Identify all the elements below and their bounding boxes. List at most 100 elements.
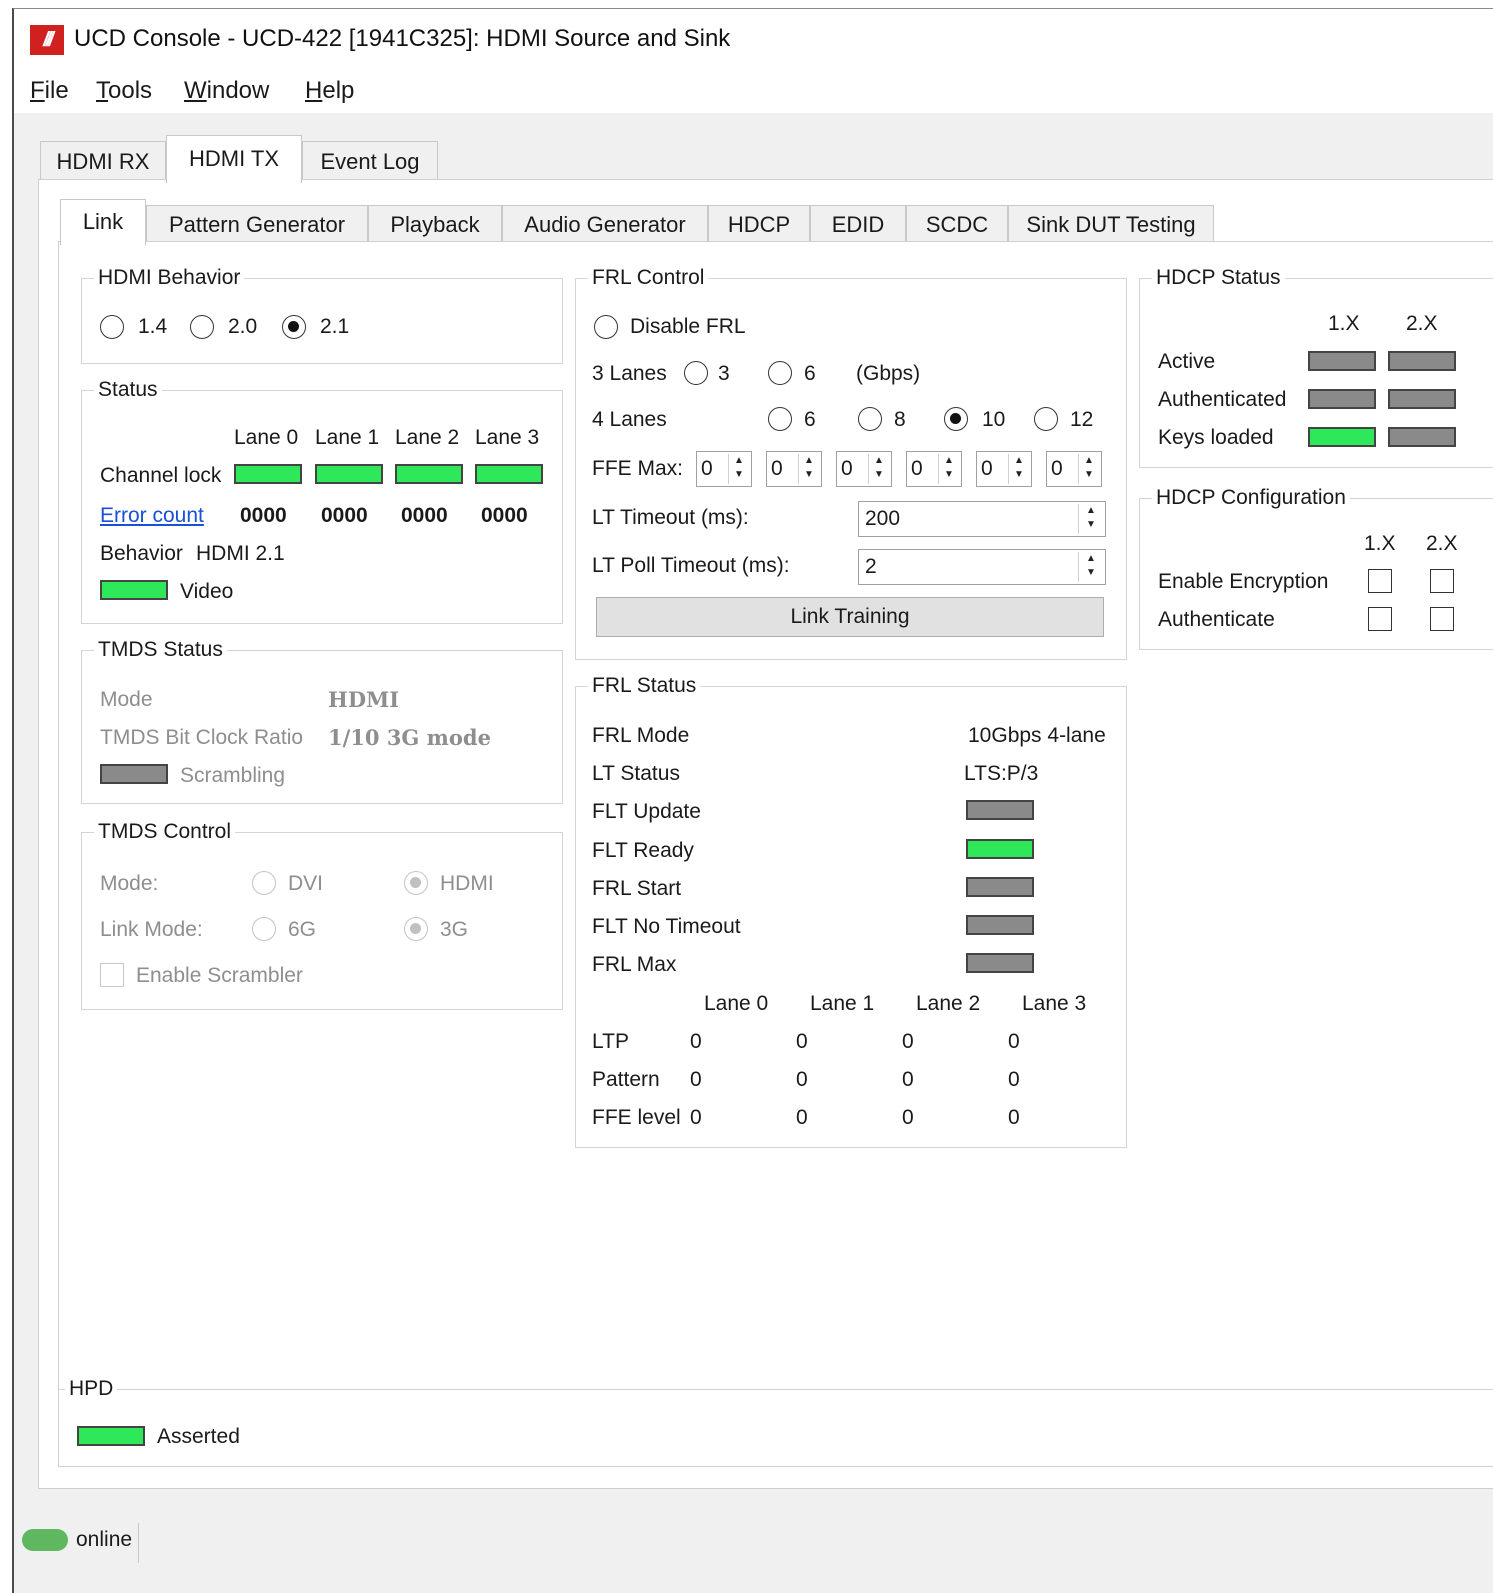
status-group: Status Lane 0 Lane 1 Lane 2 Lane 3 Chann… (81, 377, 563, 624)
lt-poll-timeout-spinbox[interactable]: 2 ▲ ▼ (858, 549, 1106, 585)
disable-frl-radio[interactable] (594, 315, 618, 339)
enable-encryption-2x-checkbox[interactable] (1430, 569, 1454, 593)
lanes4-10-label: 10 (982, 408, 1006, 431)
lanes3-3-label: 3 (718, 362, 730, 385)
spin-arrows-icon[interactable]: ▲ ▼ (1078, 552, 1103, 582)
video-label: Video (180, 580, 234, 603)
hpd-group: HPD Asserted (59, 1376, 1493, 1467)
menu-file[interactable]: File (30, 77, 69, 105)
group-title: TMDS Control (94, 819, 236, 845)
frl-lane-3-header: Lane 3 (1022, 992, 1087, 1015)
group-title: HDCP Configuration (1152, 485, 1350, 511)
menu-window[interactable]: Window (184, 77, 269, 105)
ffe-max-spinbox-3[interactable]: 0 ▲ ▼ (836, 451, 892, 487)
link-mode-3g-radio[interactable] (404, 917, 428, 941)
behavior-2-0-label: 2.0 (228, 315, 258, 338)
lt-timeout-spinbox[interactable]: 200 ▲ ▼ (858, 501, 1106, 537)
tab-hdmi-tx[interactable]: HDMI TX (166, 135, 302, 183)
behavior-2-1-radio[interactable] (282, 315, 306, 339)
hdcp-active-1x-led (1308, 351, 1376, 371)
flt-update-led (966, 800, 1034, 820)
flt-no-timeout-led (966, 915, 1034, 935)
group-title: TMDS Status (94, 637, 227, 663)
link-page: HDMI Behavior 1.4 2.0 2.1 Status Lane 0 … (58, 241, 1493, 1366)
tab-playback[interactable]: Playback (368, 205, 502, 243)
tab-hdmi-rx[interactable]: HDMI RX (40, 141, 166, 181)
tab-pattern-generator[interactable]: Pattern Generator (146, 205, 368, 243)
spin-arrows-icon[interactable]: ▲ ▼ (1008, 454, 1029, 484)
spin-arrows-icon[interactable]: ▲ ▼ (868, 454, 889, 484)
ffe-max-spinbox-1[interactable]: 0 ▲ ▼ (696, 451, 752, 487)
lanes3-3-radio[interactable] (684, 361, 708, 385)
mode-dvi-radio[interactable] (252, 871, 276, 895)
hdcp-active-label: Active (1158, 350, 1216, 373)
group-title: Status (94, 377, 162, 403)
ffe-level-lane-2: 0 (902, 1106, 914, 1129)
lanes4-8-radio[interactable] (858, 407, 882, 431)
behavior-1-4-radio[interactable] (100, 315, 124, 339)
enable-scrambler-label: Enable Scrambler (136, 964, 303, 987)
frl-status-group: FRL Status FRL Mode 10Gbps 4-lane LT Sta… (575, 673, 1127, 1148)
link-mode-6g-radio[interactable] (252, 917, 276, 941)
scrambling-label: Scrambling (180, 764, 286, 787)
lt-poll-timeout-label: LT Poll Timeout (ms): (592, 554, 790, 577)
behavior-2-0-radio[interactable] (190, 315, 214, 339)
group-title: HDCP Status (1152, 265, 1285, 291)
group-title: FRL Status (588, 673, 701, 699)
status-divider (138, 1523, 139, 1563)
tab-link[interactable]: Link (60, 199, 146, 245)
mode-dvi-label: DVI (288, 872, 324, 895)
mode-hdmi-label: HDMI (440, 872, 494, 895)
tab-audio-generator[interactable]: Audio Generator (502, 205, 708, 243)
hdcp-active-2x-led (1388, 351, 1456, 371)
lanes3-6-radio[interactable] (768, 361, 792, 385)
enable-encryption-1x-checkbox[interactable] (1368, 569, 1392, 593)
link-training-button[interactable]: Link Training (596, 597, 1104, 637)
menu-help[interactable]: Help (305, 77, 354, 105)
ltp-lane-0: 0 (690, 1030, 702, 1053)
ffe-max-spinbox-4[interactable]: 0 ▲ ▼ (906, 451, 962, 487)
enable-scrambler-checkbox[interactable] (100, 963, 124, 987)
hdcp-keys-loaded-label: Keys loaded (1158, 426, 1274, 449)
spin-arrows-icon[interactable]: ▲ ▼ (1078, 454, 1099, 484)
lanes4-6-label: 6 (804, 408, 816, 431)
hdcp-1x-header: 1.X (1328, 312, 1360, 335)
hdmi-behavior-group: HDMI Behavior 1.4 2.0 2.1 (81, 265, 563, 364)
title-bar: /// UCD Console - UCD-422 [1941C325]: HD… (14, 9, 1493, 69)
ffe-max-spinbox-5[interactable]: 0 ▲ ▼ (976, 451, 1032, 487)
enable-encryption-label: Enable Encryption (1158, 570, 1329, 593)
spin-arrows-icon[interactable]: ▲ ▼ (728, 454, 749, 484)
tab-sink-dut-testing[interactable]: Sink DUT Testing (1008, 205, 1214, 243)
scrambling-led (100, 764, 168, 784)
error-count-lane-0: 0000 (240, 504, 287, 527)
tmds-ratio-label: TMDS Bit Clock Ratio (100, 726, 304, 749)
tab-event-log[interactable]: Event Log (302, 141, 438, 181)
status-bar: online (14, 1523, 1493, 1569)
tab-scdc[interactable]: SCDC (906, 205, 1008, 243)
lanes3-label: 3 Lanes (592, 362, 667, 385)
lanes4-6-radio[interactable] (768, 407, 792, 431)
ffe-max-spinbox-2[interactable]: 0 ▲ ▼ (766, 451, 822, 487)
error-count-link[interactable]: Error count (100, 503, 204, 529)
frl-mode-label: FRL Mode (592, 724, 690, 747)
flt-ready-label: FLT Ready (592, 839, 694, 862)
mode-hdmi-radio[interactable] (404, 871, 428, 895)
lanes4-10-radio[interactable] (944, 407, 968, 431)
spin-arrows-icon[interactable]: ▲ ▼ (1078, 504, 1103, 534)
ffe-max-spinbox-6[interactable]: 0 ▲ ▼ (1046, 451, 1102, 487)
authenticate-1x-checkbox[interactable] (1368, 607, 1392, 631)
authenticate-2x-checkbox[interactable] (1430, 607, 1454, 631)
spin-arrows-icon[interactable]: ▲ ▼ (938, 454, 959, 484)
tab-hdcp[interactable]: HDCP (708, 205, 810, 243)
link-mode-6g-label: 6G (288, 918, 317, 941)
hdcp-keys-loaded-2x-led (1388, 427, 1456, 447)
spin-arrows-icon[interactable]: ▲ ▼ (798, 454, 819, 484)
lanes4-12-radio[interactable] (1034, 407, 1058, 431)
menu-tools[interactable]: Tools (96, 77, 152, 105)
disable-frl-label: Disable FRL (630, 315, 746, 338)
lane-0-header: Lane 0 (234, 426, 299, 449)
tab-edid[interactable]: EDID (810, 205, 906, 243)
pattern-lane-0: 0 (690, 1068, 702, 1091)
lt-timeout-label: LT Timeout (ms): (592, 506, 749, 529)
hdcp-authenticated-2x-led (1388, 389, 1456, 409)
